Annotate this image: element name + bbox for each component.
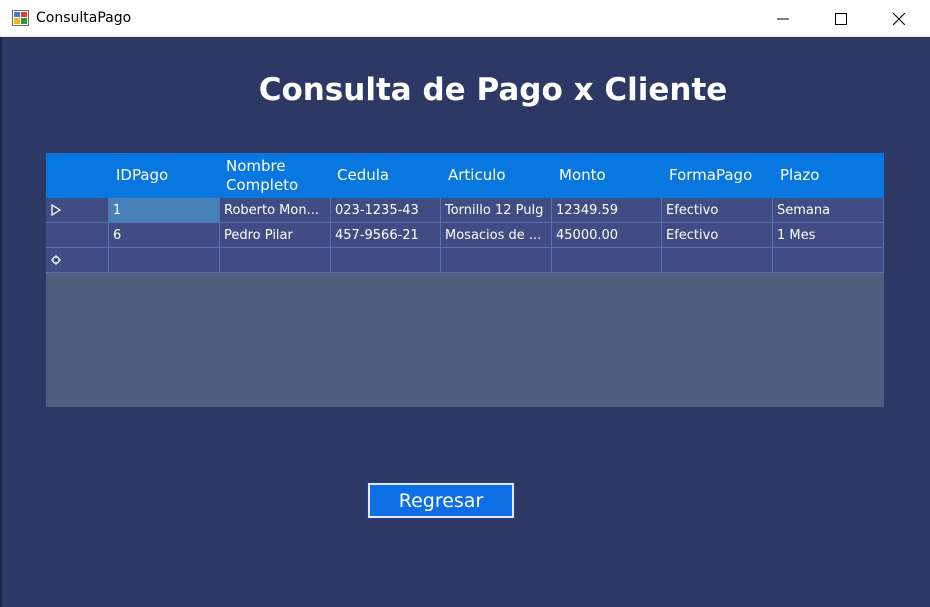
cell-nombre[interactable]: [220, 248, 331, 273]
close-button[interactable]: [870, 0, 928, 37]
minimize-icon: [777, 18, 789, 19]
cell-plazo[interactable]: 1 Mes: [773, 223, 884, 248]
cell-formapago[interactable]: Efectivo: [662, 223, 773, 248]
cell-idpago[interactable]: [109, 248, 220, 273]
column-header-articulo[interactable]: Articulo: [441, 153, 551, 198]
cell-monto[interactable]: 12349.59: [552, 198, 662, 223]
cell-monto[interactable]: [552, 248, 662, 273]
table-row[interactable]: 1 Roberto Mon... 023-1235-43 Tornillo 12…: [46, 198, 884, 223]
column-header-idpago[interactable]: IDPago: [109, 153, 220, 198]
cell-nombre[interactable]: Pedro Pilar: [220, 223, 331, 248]
cell-articulo[interactable]: [441, 248, 552, 273]
new-row-icon: [51, 255, 61, 265]
column-header-nombre[interactable]: Nombre Completo: [219, 153, 330, 198]
cell-nombre[interactable]: Roberto Mon...: [220, 198, 331, 223]
regresar-button[interactable]: Regresar: [367, 482, 515, 519]
current-row-arrow-icon: [51, 204, 61, 216]
cell-articulo[interactable]: Tornillo 12 Pulg: [441, 198, 552, 223]
grid-header: IDPago Nombre Completo Cedula Articulo M…: [46, 153, 884, 198]
column-header-cedula[interactable]: Cedula: [330, 153, 440, 198]
column-header-formapago[interactable]: FormaPago: [662, 153, 773, 198]
table-row[interactable]: 6 Pedro Pilar 457-9566-21 Mosacios de ..…: [46, 223, 884, 248]
cell-idpago[interactable]: 1: [109, 198, 220, 223]
cell-plazo[interactable]: [773, 248, 884, 273]
cell-cedula[interactable]: 457-9566-21: [331, 223, 441, 248]
close-icon: [893, 12, 905, 25]
cell-formapago[interactable]: [662, 248, 773, 273]
cell-cedula[interactable]: 023-1235-43: [331, 198, 441, 223]
row-header[interactable]: [46, 248, 109, 273]
new-row[interactable]: [46, 248, 884, 273]
minimize-button[interactable]: [754, 0, 812, 37]
cell-monto[interactable]: 45000.00: [552, 223, 662, 248]
payments-grid[interactable]: IDPago Nombre Completo Cedula Articulo M…: [46, 153, 884, 407]
column-header-monto[interactable]: Monto: [552, 153, 662, 198]
row-header[interactable]: [46, 198, 109, 223]
window-title: ConsultaPago: [36, 10, 132, 26]
row-header[interactable]: [46, 223, 109, 248]
page-title: Consulta de Pago x Cliente: [258, 72, 728, 108]
cell-cedula[interactable]: [331, 248, 441, 273]
maximize-icon: [835, 12, 847, 25]
cell-idpago[interactable]: 6: [109, 223, 220, 248]
app-icon: [12, 10, 29, 26]
cell-articulo[interactable]: Mosacios de ...: [441, 223, 552, 248]
title-bar: ConsultaPago: [0, 0, 930, 37]
column-header-plazo[interactable]: Plazo: [773, 153, 884, 198]
window-edge: [0, 37, 2, 607]
cell-plazo[interactable]: Semana: [773, 198, 884, 223]
cell-formapago[interactable]: Efectivo: [662, 198, 773, 223]
maximize-button[interactable]: [812, 0, 870, 37]
